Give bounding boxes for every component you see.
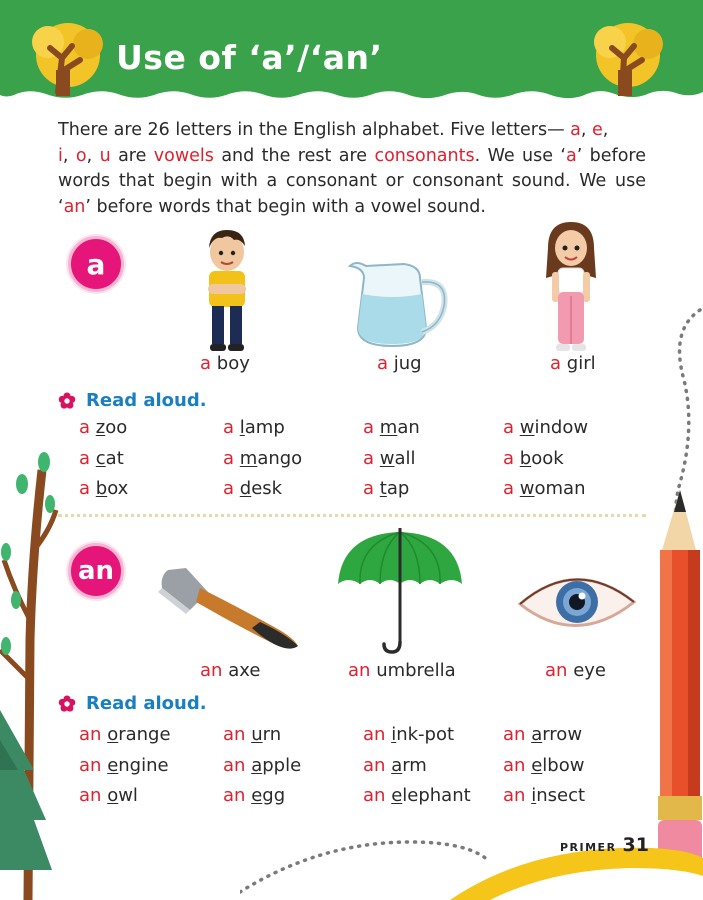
word-item: a woman [503, 478, 586, 499]
page-footer: PRIMER 31 [560, 834, 649, 856]
intro-paragraph: There are 26 letters in the English alph… [58, 120, 646, 217]
page-title: Use of ‘a’/‘an’ [116, 38, 383, 77]
boy-illustration [208, 230, 246, 351]
badge-a: a [68, 236, 124, 292]
word-item: an apple [223, 754, 302, 776]
read-aloud-heading-a: Read aloud. [58, 390, 207, 411]
word-item: a wall [363, 447, 416, 469]
book-name: PRIMER [559, 841, 617, 854]
word-item: an arm [363, 754, 427, 776]
caption-boy: a boy [200, 353, 250, 374]
word-item: an egg [223, 785, 286, 806]
word-item: a man [363, 417, 420, 438]
caption-jug: a jug [377, 353, 422, 374]
caption-umbrella: an umbrella [348, 660, 456, 681]
header-banner: Use of ‘a’/‘an’ [0, 0, 703, 100]
word-item: an elephant [363, 785, 471, 806]
flower-bullet-icon [58, 694, 76, 712]
caption-axe: an axe [200, 660, 261, 681]
word-item: an engine [79, 754, 169, 776]
word-item: an arrow [503, 724, 583, 745]
section-divider [58, 514, 646, 517]
yellow-swirl-decoration [240, 840, 703, 900]
word-item: a tap [363, 478, 410, 499]
word-item: a cat [79, 447, 124, 469]
word-item: an owl [79, 785, 138, 806]
word-item: a box [79, 478, 129, 499]
badge-an: an [68, 543, 124, 599]
word-item: an orange [79, 724, 171, 745]
read-aloud-heading-an: Read aloud. [58, 693, 207, 714]
word-item: an insect [503, 785, 586, 806]
word-item: a desk [223, 478, 283, 499]
word-item: a book [503, 447, 564, 469]
eye-illustration [517, 578, 637, 627]
jug-illustration [347, 262, 448, 348]
word-item: a window [503, 417, 589, 438]
umbrella-illustration [338, 528, 462, 654]
word-item: a zoo [79, 417, 128, 438]
word-item: an elbow [503, 754, 585, 776]
axe-illustration [158, 568, 298, 649]
caption-eye: an eye [545, 660, 606, 681]
caption-girl: a girl [550, 353, 596, 374]
page-number: 31 [622, 834, 649, 856]
word-item: a mango [223, 447, 303, 469]
word-item: an ink-pot [363, 724, 455, 745]
word-item: a lamp [223, 417, 285, 438]
girl-illustration [546, 222, 596, 351]
word-item: an urn [223, 724, 282, 745]
flower-bullet-icon [58, 391, 76, 409]
tree-branch-decoration [0, 452, 59, 900]
